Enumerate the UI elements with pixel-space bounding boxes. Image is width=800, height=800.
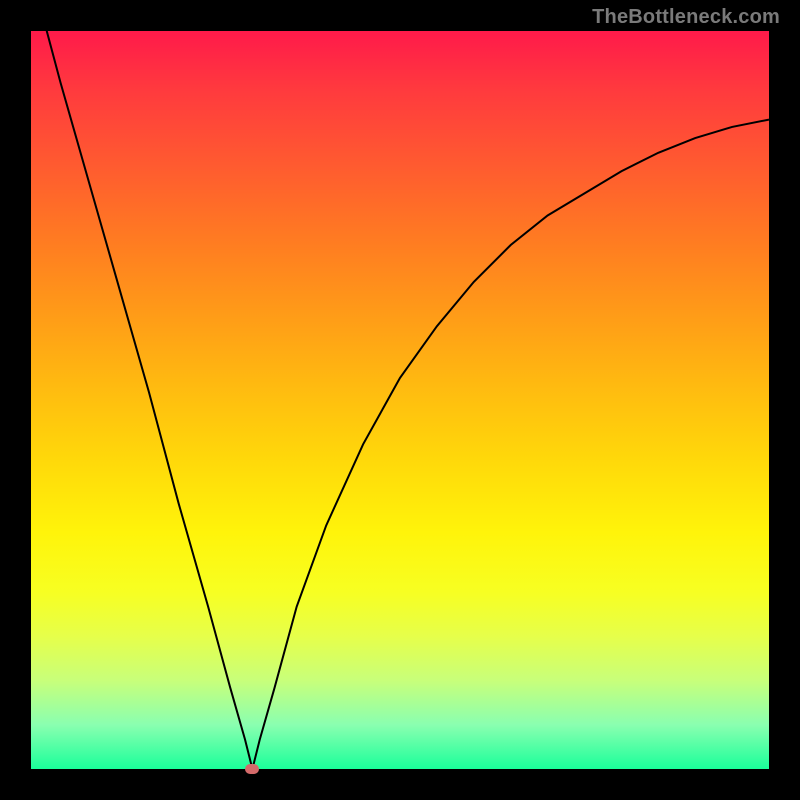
curve-svg bbox=[31, 31, 769, 769]
watermark-text: TheBottleneck.com bbox=[592, 6, 780, 29]
chart-frame: TheBottleneck.com bbox=[0, 0, 800, 800]
plot-area bbox=[31, 31, 769, 769]
optimal-marker bbox=[245, 764, 259, 774]
bottleneck-curve bbox=[31, 31, 769, 769]
